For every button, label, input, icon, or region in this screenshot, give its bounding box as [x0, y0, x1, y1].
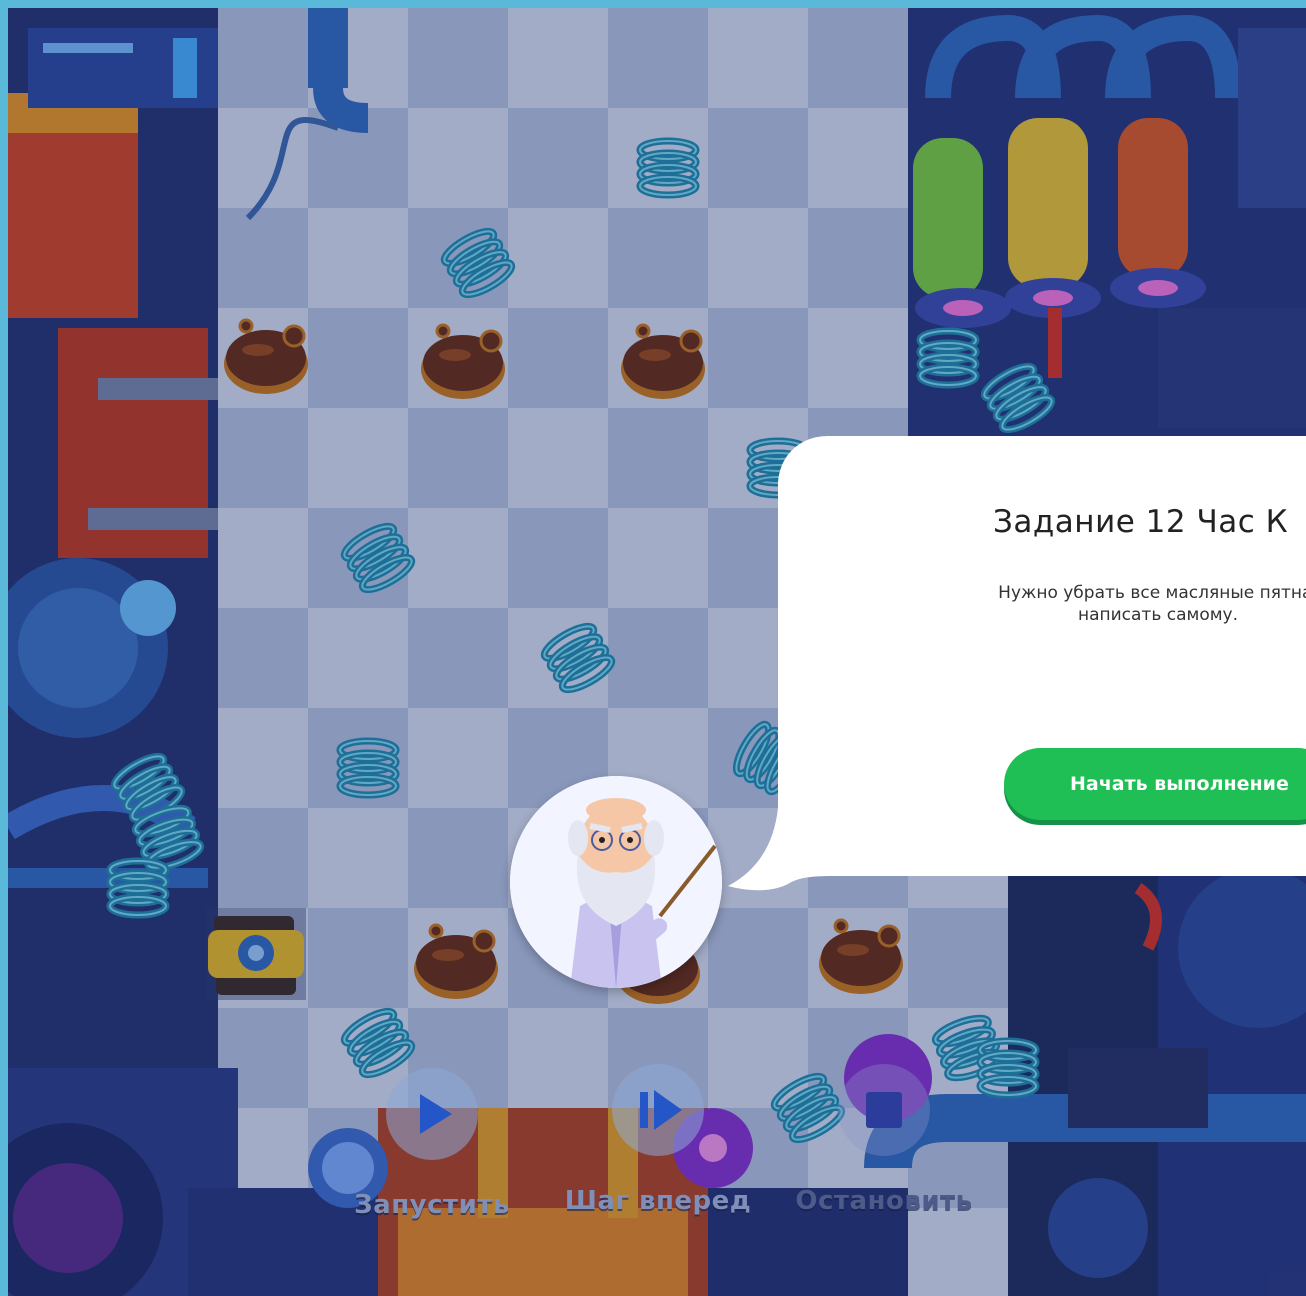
robot	[206, 908, 306, 1000]
dialog-title: Задание 12 Час К	[993, 504, 1289, 540]
professor-avatar	[510, 776, 722, 988]
dialog-text: Нужно убрать все масляные пятна. написат…	[998, 583, 1306, 625]
run-label: Запустить	[354, 1190, 510, 1220]
game-stage: Запустить Шаг вперед Остановить Задание …	[8, 8, 1306, 1296]
left-machinery	[8, 8, 238, 1296]
stop-label: Остановить	[795, 1186, 973, 1216]
play-icon	[420, 1094, 452, 1134]
stop-icon	[866, 1092, 902, 1128]
step-label: Шаг вперед	[564, 1186, 752, 1216]
start-task-button[interactable]: Начать выполнение	[1004, 748, 1306, 820]
step-forward-icon	[640, 1090, 682, 1130]
